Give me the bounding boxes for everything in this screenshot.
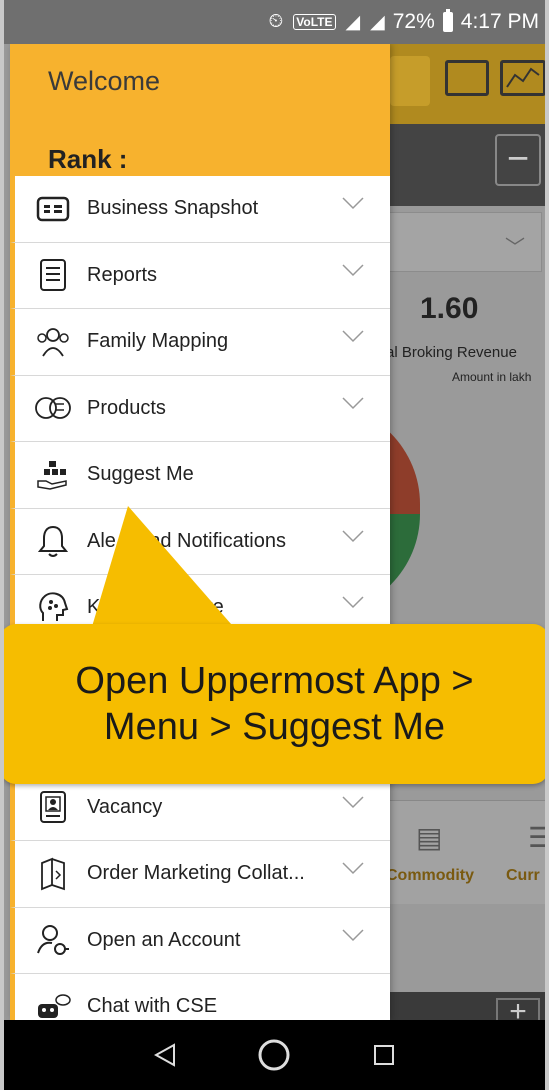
menu-label: K ntre	[87, 596, 224, 619]
brain-head-icon	[33, 588, 73, 628]
background-select[interactable]: ﹀	[380, 212, 542, 272]
collapse-button[interactable]: −	[495, 134, 541, 186]
bell-icon	[33, 521, 73, 561]
menu-item-reports[interactable]: Reports	[10, 242, 390, 309]
battery-icon	[442, 9, 453, 32]
menu-label: Business Snapshot	[87, 197, 259, 220]
status-bar: ⏲ VoLTE ◢ ◢ 72% 4:17 PM	[0, 0, 549, 44]
menu-label: Chat with CSE	[87, 995, 218, 1018]
menu-item-business-snapshot[interactable]: Business Snapshot	[10, 176, 390, 243]
menu-label: Reports	[87, 263, 158, 286]
menu-item-family-mapping[interactable]: Family Mapping	[10, 309, 390, 376]
home-button[interactable]	[254, 1035, 294, 1075]
coins-icon	[33, 388, 73, 428]
chevron-down-icon	[342, 861, 364, 880]
gold-bars-icon: ▤	[416, 822, 443, 853]
menu-item-vacancy[interactable]: Vacancy	[10, 774, 390, 841]
menu-item-alerts-notifications[interactable]: Ale nd Notifications	[10, 508, 390, 575]
4g-signal-icon: ◢	[345, 11, 361, 33]
battery-percent: 72%	[392, 10, 435, 33]
menu-item-order-marketing-collateral[interactable]: Order Marketing Collat...	[10, 841, 390, 908]
user-key-icon	[33, 920, 73, 960]
instruction-callout: Open Uppermost App > Menu > Suggest Me	[0, 624, 549, 784]
menu-label: Family Mapping	[87, 330, 229, 353]
chevron-down-icon	[342, 595, 364, 614]
windows-icon[interactable]	[445, 60, 489, 96]
background-tab-bar: ▤ Commodity ☰ Curr	[380, 800, 549, 904]
database-icon: ☰	[528, 822, 549, 853]
menu-label: Products	[87, 396, 166, 419]
chevron-down-icon	[342, 329, 364, 348]
menu-label: Open an Account	[87, 928, 241, 951]
hand-blocks-icon	[33, 455, 73, 495]
revenue-unit: Amount in lakh	[452, 370, 532, 384]
chevron-down-icon	[342, 529, 364, 548]
tab-commodity[interactable]: Commodity	[386, 867, 474, 885]
callout-line-1: Open Uppermost App >	[75, 660, 474, 702]
volte-icon: VoLTE	[293, 14, 336, 30]
alarm-icon: ⏲	[268, 11, 284, 32]
callout-line-2: Menu > Suggest Me	[103, 706, 446, 748]
navigation-drawer: Welcome Rank : Business Snapshot Reports…	[10, 44, 390, 1041]
revenue-value: 1.60	[420, 292, 479, 325]
line-chart-icon[interactable]	[500, 60, 546, 96]
menu-label: Ale nd Notifications	[87, 529, 286, 552]
drawer-menu: Business Snapshot Reports Family Mapping…	[10, 176, 390, 1041]
chevron-down-icon	[342, 928, 364, 947]
rank-label: Rank :	[48, 144, 128, 174]
brochure-icon	[33, 854, 73, 894]
tab-currency[interactable]: Curr	[506, 867, 540, 885]
back-button[interactable]	[145, 1035, 185, 1075]
chevron-down-icon: ﹀	[505, 237, 525, 259]
menu-item-products[interactable]: Products	[10, 375, 390, 442]
revenue-label: al Broking Revenue	[386, 344, 517, 361]
people-group-icon	[33, 322, 73, 362]
no-signal-icon: ◢	[370, 11, 385, 33]
menu-item-open-account[interactable]: Open an Account	[10, 907, 390, 974]
navigation-bar	[0, 1020, 549, 1090]
id-card-icon	[33, 189, 73, 229]
document-list-icon	[33, 255, 73, 295]
chevron-down-icon	[342, 396, 364, 415]
menu-label: Suggest Me	[87, 463, 194, 486]
chevron-down-icon	[342, 795, 364, 814]
menu-label: Order Marketing Collat...	[87, 862, 305, 885]
menu-item-suggest-me[interactable]: Suggest Me	[10, 442, 390, 509]
vacancy-icon	[33, 787, 73, 827]
drawer-header: Welcome Rank :	[10, 44, 390, 176]
clock: 4:17 PM	[460, 10, 539, 33]
menu-label: Vacancy	[87, 795, 163, 818]
welcome-text: Welcome	[48, 66, 161, 96]
recents-button[interactable]	[364, 1035, 404, 1075]
chevron-down-icon	[342, 196, 364, 215]
chevron-down-icon	[342, 263, 364, 282]
